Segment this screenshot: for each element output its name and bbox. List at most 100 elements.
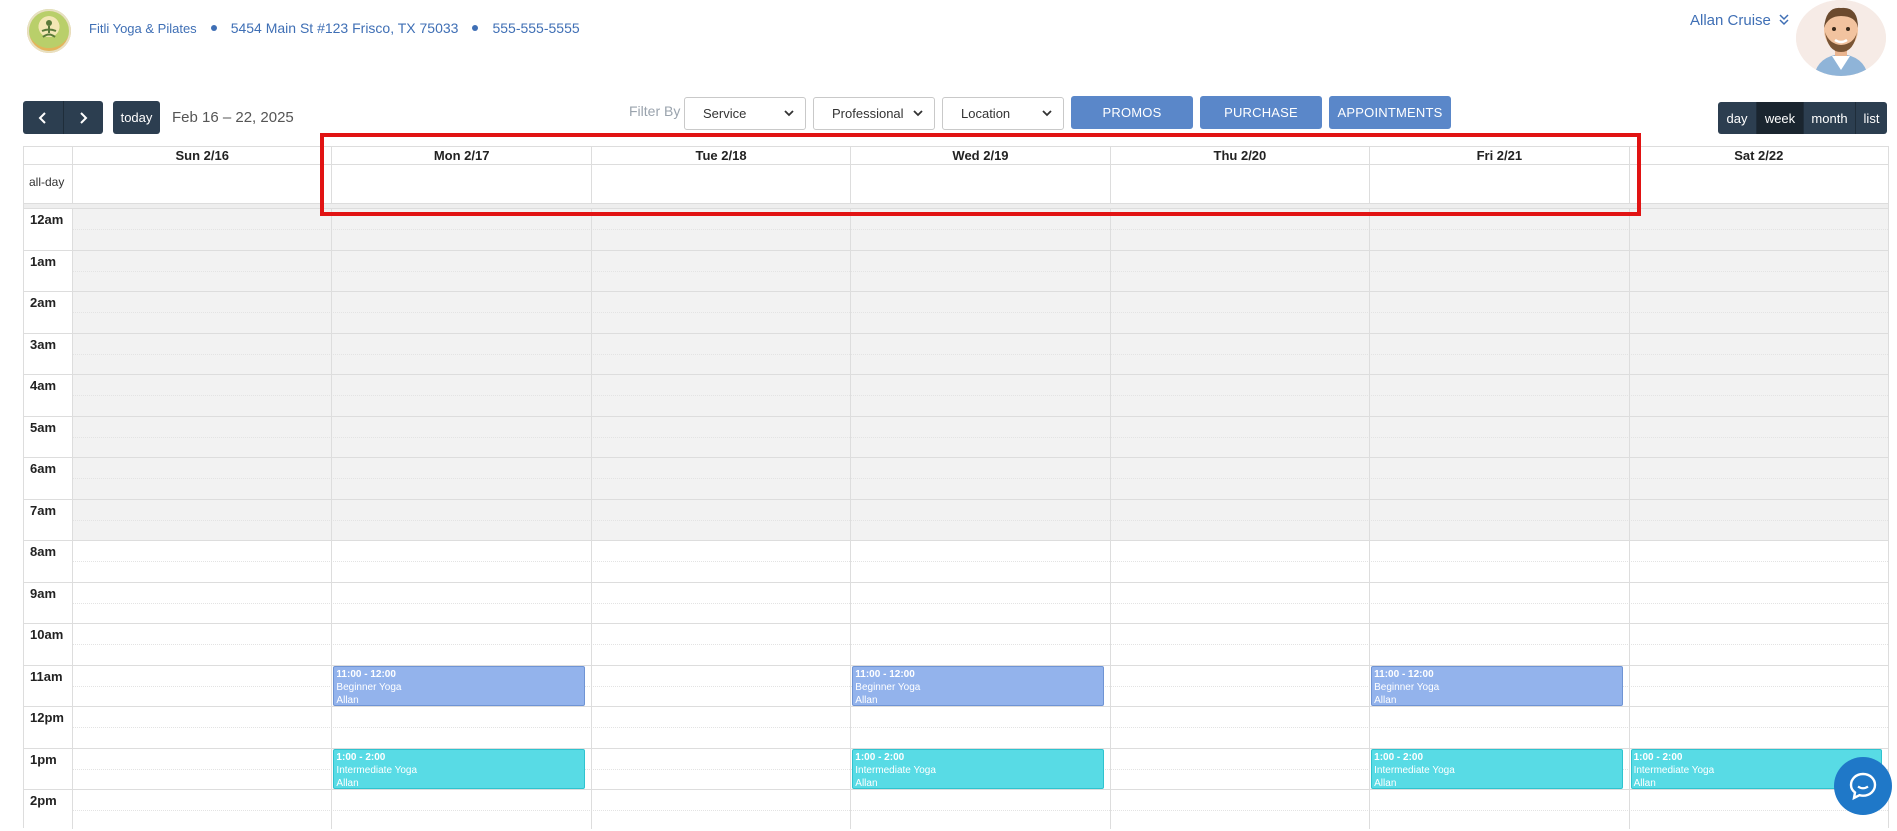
allday-cell[interactable]: [331, 164, 590, 204]
event-title: Beginner Yoga: [1374, 681, 1440, 693]
chevron-down-icon: [913, 110, 923, 117]
day-header: Thu 2/20: [1109, 147, 1369, 164]
location-select-value: Location: [961, 106, 1011, 121]
event-instructor: Allan: [855, 694, 878, 706]
hour-label: 7am: [30, 502, 57, 518]
service-select[interactable]: Service: [684, 97, 806, 130]
day-header: Sat 2/22: [1628, 147, 1888, 164]
business-phone: 555-555-5555: [492, 20, 580, 36]
professional-select[interactable]: Professional: [813, 97, 935, 130]
calendar-event[interactable]: 11:00 - 12:00 Beginner Yoga Allan: [852, 665, 1104, 706]
event-time: 11:00 - 12:00: [336, 668, 396, 680]
view-list-button[interactable]: list: [1855, 102, 1887, 134]
prev-button[interactable]: [23, 101, 63, 134]
calendar-event[interactable]: 1:00 - 2:00 Intermediate Yoga Allan: [852, 748, 1104, 789]
service-select-value: Service: [703, 106, 747, 121]
appointments-button[interactable]: APPOINTMENTS: [1329, 96, 1451, 129]
day-column: [590, 208, 850, 829]
separator-dot-icon: [472, 25, 479, 31]
allday-cell[interactable]: [1628, 164, 1888, 204]
view-week-button[interactable]: week: [1756, 102, 1803, 134]
day-header: Mon 2/17: [331, 147, 590, 164]
filter-by-label: Filter By: [629, 103, 681, 119]
hour-label: 3am: [30, 336, 57, 352]
event-title: Intermediate Yoga: [855, 764, 936, 776]
professional-select-value: Professional: [832, 106, 904, 121]
hour-label: 9am: [30, 585, 57, 601]
event-instructor: Allan: [855, 777, 878, 789]
prev-next-group: [23, 101, 103, 134]
hour-label: 4am: [30, 378, 57, 393]
date-range-title: Feb 16 – 22, 2025: [172, 109, 294, 126]
calendar-event[interactable]: 11:00 - 12:00 Beginner Yoga Allan: [1371, 665, 1623, 706]
allday-cell[interactable]: [590, 164, 850, 204]
chevron-down-icon: [1042, 110, 1052, 117]
event-time: 11:00 - 12:00: [1374, 668, 1434, 680]
event-time: 11:00 - 12:00: [855, 668, 915, 680]
view-day-button[interactable]: day: [1718, 102, 1756, 134]
hour-label: 5am: [30, 419, 57, 435]
promos-button[interactable]: PROMOS: [1071, 96, 1193, 129]
day-column: [1369, 208, 1628, 829]
day-column: [1109, 208, 1369, 829]
business-name[interactable]: Fitli Yoga & Pilates: [89, 21, 197, 36]
hour-label: 1am: [30, 253, 57, 269]
chevron-down-icon: [784, 110, 794, 117]
view-month-button[interactable]: month: [1803, 102, 1855, 134]
hour-label: 2pm: [30, 793, 57, 808]
event-instructor: Allan: [1374, 777, 1397, 789]
hour-label: 11am: [30, 668, 63, 684]
event-title: Beginner Yoga: [855, 681, 921, 693]
hour-label: 1pm: [30, 751, 57, 767]
calendar-event[interactable]: 1:00 - 2:00 Intermediate Yoga Allan: [1371, 748, 1623, 789]
event-time: 1:00 - 2:00: [1374, 751, 1424, 763]
day-header: Wed 2/19: [850, 147, 1109, 164]
view-switcher: day week month list: [1718, 102, 1887, 134]
purchase-button[interactable]: PURCHASE: [1200, 96, 1322, 129]
business-logo-icon[interactable]: [27, 9, 71, 53]
week-calendar: Sun 2/16 Mon 2/17 Tue 2/18 Wed 2/19 Thu 2/20…: [23, 146, 1889, 829]
event-title: Intermediate Yoga: [1374, 764, 1455, 776]
event-title: Beginner Yoga: [336, 681, 402, 693]
event-title: Intermediate Yoga: [336, 764, 418, 776]
day-column: [72, 208, 331, 829]
day-header: Fri 2/21: [1369, 147, 1628, 164]
allday-cell[interactable]: [1109, 164, 1369, 204]
day-column: [850, 208, 1109, 829]
allday-label: all-day: [29, 175, 65, 189]
next-button[interactable]: [62, 101, 103, 134]
chat-bubble-icon: [1849, 772, 1877, 801]
allday-cell[interactable]: [1369, 164, 1628, 204]
chat-launcher-button[interactable]: [1834, 757, 1892, 815]
location-select[interactable]: Location: [942, 97, 1064, 130]
double-chevron-down-icon: [1779, 14, 1789, 27]
business-address: 5454 Main St #123 Frisco, TX 75033: [230, 20, 459, 36]
hour-label: 12pm: [30, 710, 64, 725]
event-instructor: Allan: [1374, 694, 1397, 706]
allday-cell[interactable]: [72, 164, 331, 204]
hour-label: 8am: [30, 544, 57, 559]
event-instructor: Allan: [336, 777, 359, 789]
hour-label: 12am: [30, 212, 64, 227]
user-name: Allan Cruise: [1690, 12, 1771, 29]
event-time: 1:00 - 2:00: [855, 751, 905, 763]
day-header: Sun 2/16: [72, 147, 331, 164]
calendar-event[interactable]: 11:00 - 12:00 Beginner Yoga Allan: [333, 665, 585, 706]
hour-label: 2am: [30, 295, 57, 310]
event-time: 1:00 - 2:00: [1633, 751, 1683, 763]
event-instructor: Allan: [336, 694, 359, 706]
user-menu[interactable]: Allan Cruise: [1690, 12, 1789, 29]
chevron-left-icon: [38, 111, 46, 124]
user-avatar[interactable]: [1796, 0, 1886, 76]
day-header: Tue 2/18: [590, 147, 850, 164]
hour-label: 10am: [30, 627, 64, 642]
day-column: [331, 208, 590, 829]
allday-cell[interactable]: [850, 164, 1109, 204]
chevron-right-icon: [80, 111, 88, 124]
calendar-event[interactable]: 1:00 - 2:00 Intermediate Yoga Allan: [333, 748, 585, 789]
time-grid: 12am 1am 2am 3am 4am 5am 6am 7am 8am 9am 10am 11am 1…: [24, 208, 1888, 829]
separator-dot-icon: [210, 25, 217, 31]
day-column: [1628, 208, 1888, 829]
today-button[interactable]: today: [113, 101, 160, 134]
hour-label: 6am: [30, 461, 57, 476]
